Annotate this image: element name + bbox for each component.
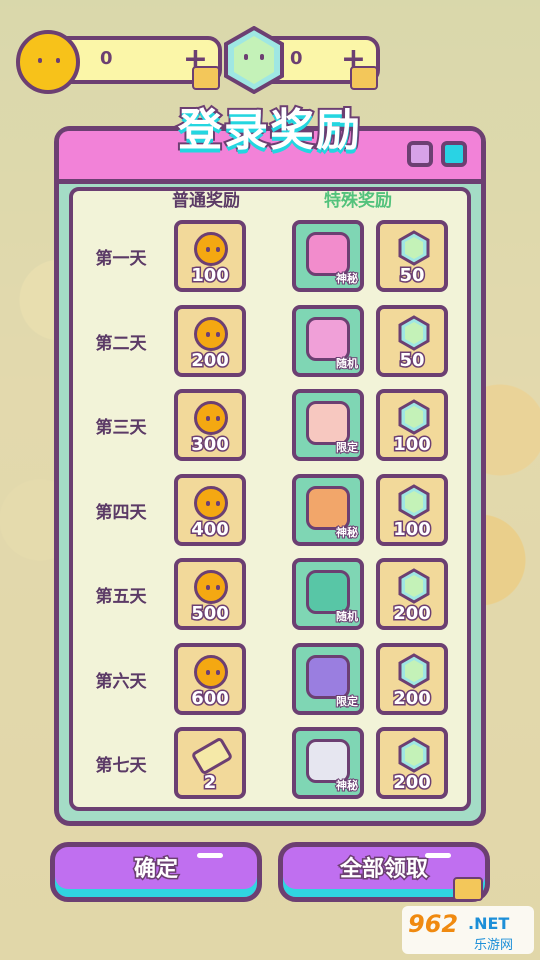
watermark-site: .NET (468, 914, 510, 933)
coin-amount: 0 (100, 48, 113, 69)
reward-amount: 200 (190, 348, 231, 372)
special-reward-header: 特殊奖励 (324, 191, 392, 211)
gem-reward-slot[interactable]: 50 (376, 220, 448, 292)
gem-amount: 200 (392, 771, 433, 795)
normal-reward-slot[interactable]: 100 (174, 220, 246, 292)
gem-reward-slot[interactable]: 100 (376, 473, 448, 546)
gem-icon (398, 483, 430, 520)
special-item-slot[interactable]: 随机 (292, 304, 364, 377)
special-item-slot[interactable]: 神秘 (292, 220, 364, 292)
gem-amount: 50 (398, 348, 426, 372)
coin-icon (194, 316, 228, 351)
window-dot-pink (407, 141, 433, 167)
dialog-title: 登录奖励 (176, 103, 362, 158)
normal-reward-slot[interactable]: 300 (174, 389, 246, 461)
gem-amount: 100 (392, 433, 433, 457)
day-label: 第七天 (95, 756, 147, 776)
item-tag: 随机 (335, 356, 359, 371)
normal-reward-slot[interactable]: 500 (174, 558, 246, 630)
special-item-slot[interactable]: 随机 (292, 558, 364, 630)
claim-all-button[interactable]: 全部领取 (278, 842, 490, 902)
video-ad-icon (453, 877, 483, 901)
button-shine (425, 853, 451, 858)
reward-amount: 100 (190, 264, 231, 288)
normal-reward-header: 普通奖励 (172, 191, 240, 211)
confirm-button[interactable]: 确定 (50, 842, 262, 902)
gem-icon (398, 737, 430, 773)
gem-icon (398, 230, 430, 266)
item-tag: 限定 (335, 440, 359, 455)
confirm-label: 确定 (132, 856, 179, 884)
coin-icon (194, 232, 228, 266)
window-dot-cyan (441, 141, 467, 167)
coin-icon (194, 570, 228, 604)
special-item-slot[interactable]: 神秘 (292, 473, 364, 546)
normal-reward-slot[interactable]: 600 (174, 642, 246, 715)
day-label: 第四天 (95, 502, 147, 523)
normal-reward-slot[interactable]: 2 (174, 727, 246, 799)
coin-icon (16, 30, 80, 94)
reward-amount: 300 (190, 433, 231, 457)
day-label: 第五天 (95, 587, 147, 607)
watermark-logo: 962 (408, 910, 459, 938)
video-ad-icon[interactable] (192, 66, 220, 90)
special-item-slot[interactable]: 限定 (292, 389, 364, 461)
reward-amount: 500 (190, 602, 231, 626)
gem-reward-slot[interactable]: 50 (376, 304, 448, 377)
watermark: 962 .NET 乐游网 (402, 906, 534, 954)
gem-reward-slot[interactable]: 100 (376, 389, 448, 461)
ticket-icon (192, 738, 232, 774)
coin-icon (194, 401, 228, 435)
gem-amount: 50 (398, 264, 426, 288)
gem-icon (398, 399, 430, 435)
gem-amount: 200 (392, 686, 433, 710)
day-label: 第一天 (95, 249, 147, 269)
gem-reward-slot[interactable]: 200 (376, 558, 448, 630)
gem-amount: 100 (392, 517, 433, 541)
watermark-name: 乐游网 (474, 938, 514, 953)
special-item-slot[interactable]: 神秘 (292, 727, 364, 799)
coin-icon (194, 654, 228, 689)
gem-reward-slot[interactable]: 200 (376, 727, 448, 799)
normal-reward-slot[interactable]: 200 (174, 304, 246, 377)
item-tag: 随机 (335, 609, 359, 624)
gem-icon (398, 652, 430, 689)
item-tag: 限定 (335, 694, 359, 709)
reward-amount: 400 (190, 517, 231, 541)
gem-amount: 200 (392, 602, 433, 626)
gem-icon (398, 568, 430, 604)
gem-icon (398, 314, 430, 351)
coin-icon (194, 485, 228, 520)
gem-reward-slot[interactable]: 200 (376, 642, 448, 715)
item-tag: 神秘 (335, 778, 359, 793)
item-tag: 神秘 (335, 525, 359, 540)
reward-amount: 600 (190, 686, 231, 710)
gem-amount: 0 (290, 48, 303, 69)
special-item-slot[interactable]: 限定 (292, 642, 364, 715)
video-ad-icon[interactable] (350, 66, 378, 90)
gem-icon (224, 26, 284, 94)
day-label: 第二天 (95, 333, 147, 354)
item-tag: 神秘 (335, 271, 359, 286)
reward-amount: 2 (202, 771, 218, 795)
button-shine (197, 853, 223, 858)
normal-reward-slot[interactable]: 400 (174, 473, 246, 546)
day-label: 第六天 (95, 671, 147, 692)
day-label: 第三天 (95, 418, 147, 438)
